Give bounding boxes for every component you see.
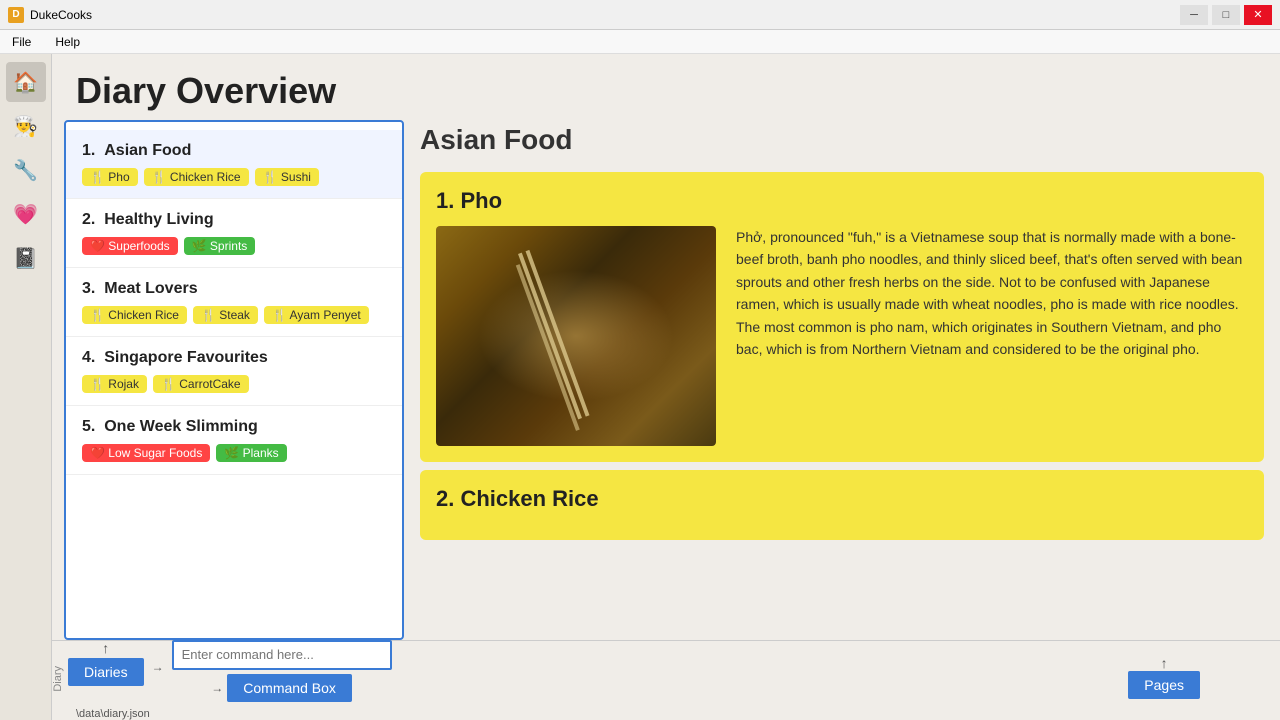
- sidebar-item-chef[interactable]: 👨‍🍳: [6, 106, 46, 146]
- minimize-button[interactable]: ─: [1180, 5, 1208, 25]
- diary-content-panel[interactable]: Asian Food 1. Pho Phở, pronounced "fuh,"…: [412, 120, 1280, 640]
- sidebar-item-tools[interactable]: 🔧: [6, 150, 46, 190]
- diary-entry-3[interactable]: 3. Meat Lovers 🍴 Chicken Rice 🍴 Steak 🍴 …: [66, 268, 402, 337]
- diary-entry-1[interactable]: 1. Asian Food 🍴 Pho 🍴 Chicken Rice 🍴 Sus…: [66, 130, 402, 199]
- tag-sushi[interactable]: 🍴 Sushi: [255, 168, 319, 186]
- page-title: Diary Overview: [76, 70, 1256, 112]
- recipe-title-pho: 1. Pho: [436, 188, 1248, 214]
- arrow-between: →: [152, 660, 164, 674]
- recipe-card-pho: 1. Pho Phở, pronounced "fuh," is a Vietn…: [420, 172, 1264, 462]
- diary-entry-2[interactable]: 2. Healthy Living ❤️ Superfoods 🌿 Sprint…: [66, 199, 402, 268]
- menu-help[interactable]: Help: [51, 33, 84, 51]
- sidebar-item-diary[interactable]: 📓: [6, 238, 46, 278]
- pages-button-wrapper: ↑ Pages: [1128, 653, 1200, 699]
- close-button[interactable]: ✕: [1244, 5, 1272, 25]
- tag-steak[interactable]: 🍴 Steak: [193, 306, 258, 324]
- tag-sprints[interactable]: 🌿 Sprints: [184, 237, 256, 255]
- section-title: Asian Food: [420, 120, 1264, 160]
- diary-list-scroll[interactable]: 1. Asian Food 🍴 Pho 🍴 Chicken Rice 🍴 Sus…: [66, 130, 402, 630]
- app-body: 🏠 👨‍🍳 🔧 💗 📓 Diary Overview 1. Asian Food…: [0, 54, 1280, 720]
- page-title-area: Diary Overview: [52, 54, 1280, 120]
- tag-superfoods[interactable]: ❤️ Superfoods: [82, 237, 178, 255]
- maximize-button[interactable]: □: [1212, 5, 1240, 25]
- status-bar: \data\diary.json: [68, 706, 1264, 720]
- tag-chicken-rice-2[interactable]: 🍴 Chicken Rice: [82, 306, 187, 324]
- tag-pho[interactable]: 🍴 Pho: [82, 168, 138, 186]
- arrow-up-icon: ↑: [102, 640, 109, 656]
- diary-entry-5[interactable]: 5. One Week Slimming ❤️ Low Sugar Foods …: [66, 406, 402, 475]
- recipe-title-chicken-rice: 2. Chicken Rice: [436, 486, 1248, 512]
- diary-entry-title-4: 4. Singapore Favourites: [82, 349, 386, 367]
- pages-button[interactable]: Pages: [1128, 671, 1200, 699]
- pho-image: [436, 226, 716, 446]
- title-bar: D DukeCooks ─ □ ✕: [0, 0, 1280, 30]
- diary-entry-tags-1: 🍴 Pho 🍴 Chicken Rice 🍴 Sushi: [82, 168, 386, 186]
- app-icon: D: [8, 7, 24, 23]
- command-input[interactable]: [172, 640, 392, 670]
- diary-entry-title-1: 1. Asian Food: [82, 142, 386, 160]
- diary-entry-tags-3: 🍴 Chicken Rice 🍴 Steak 🍴 Ayam Penyet: [82, 306, 386, 324]
- tag-planks[interactable]: 🌿 Planks: [216, 444, 286, 462]
- arrow-down-icon: ↑: [1161, 655, 1168, 671]
- diary-list-panel: 1. Asian Food 🍴 Pho 🍴 Chicken Rice 🍴 Sus…: [64, 120, 404, 640]
- tag-low-sugar[interactable]: ❤️ Low Sugar Foods: [82, 444, 210, 462]
- sidebar-item-health[interactable]: 💗: [6, 194, 46, 234]
- recipe-body-pho: Phở, pronounced "fuh," is a Vietnamese s…: [436, 226, 1248, 446]
- tag-carrotcake[interactable]: 🍴 CarrotCake: [153, 375, 249, 393]
- tag-chicken-rice[interactable]: 🍴 Chicken Rice: [144, 168, 249, 186]
- window-controls: ─ □ ✕: [1180, 5, 1272, 25]
- diary-entry-4[interactable]: 4. Singapore Favourites 🍴 Rojak 🍴 Carrot…: [66, 337, 402, 406]
- diary-entry-tags-4: 🍴 Rojak 🍴 CarrotCake: [82, 375, 386, 393]
- app-title: DukeCooks: [30, 8, 92, 22]
- diaries-button-wrapper: ↑ Diaries: [68, 640, 144, 686]
- diary-entry-title-3: 3. Meat Lovers: [82, 280, 386, 298]
- diary-entry-title-5: 5. One Week Slimming: [82, 418, 386, 436]
- diary-entry-title-2: 2. Healthy Living: [82, 211, 386, 229]
- bottom-controls: ↑ Diaries → → Command Box ↑ Pages: [68, 640, 1264, 702]
- sidebar-item-home[interactable]: 🏠: [6, 62, 46, 102]
- tag-ayam-penyet[interactable]: 🍴 Ayam Penyet: [264, 306, 369, 324]
- menu-bar: File Help: [0, 30, 1280, 54]
- command-box-label: Command Box: [227, 674, 352, 702]
- command-input-wrapper: → Command Box: [172, 640, 392, 702]
- main-split: 1. Asian Food 🍴 Pho 🍴 Chicken Rice 🍴 Sus…: [52, 120, 1280, 640]
- diary-label: Diary: [52, 666, 66, 692]
- recipe-description-pho: Phở, pronounced "fuh," is a Vietnamese s…: [736, 226, 1248, 446]
- arrow-right-icon: →: [211, 681, 223, 695]
- bottom-bar: Diary ↑ Diaries → → Command Box: [52, 640, 1280, 720]
- diaries-button[interactable]: Diaries: [68, 658, 144, 686]
- menu-file[interactable]: File: [8, 33, 35, 51]
- content-area: Diary Overview 1. Asian Food 🍴 Pho 🍴 Chi…: [52, 54, 1280, 720]
- icon-sidebar: 🏠 👨‍🍳 🔧 💗 📓: [0, 54, 52, 720]
- recipe-card-chicken-rice: 2. Chicken Rice: [420, 470, 1264, 540]
- diary-entry-tags-2: ❤️ Superfoods 🌿 Sprints: [82, 237, 386, 255]
- diary-entry-tags-5: ❤️ Low Sugar Foods 🌿 Planks: [82, 444, 386, 462]
- tag-rojak[interactable]: 🍴 Rojak: [82, 375, 147, 393]
